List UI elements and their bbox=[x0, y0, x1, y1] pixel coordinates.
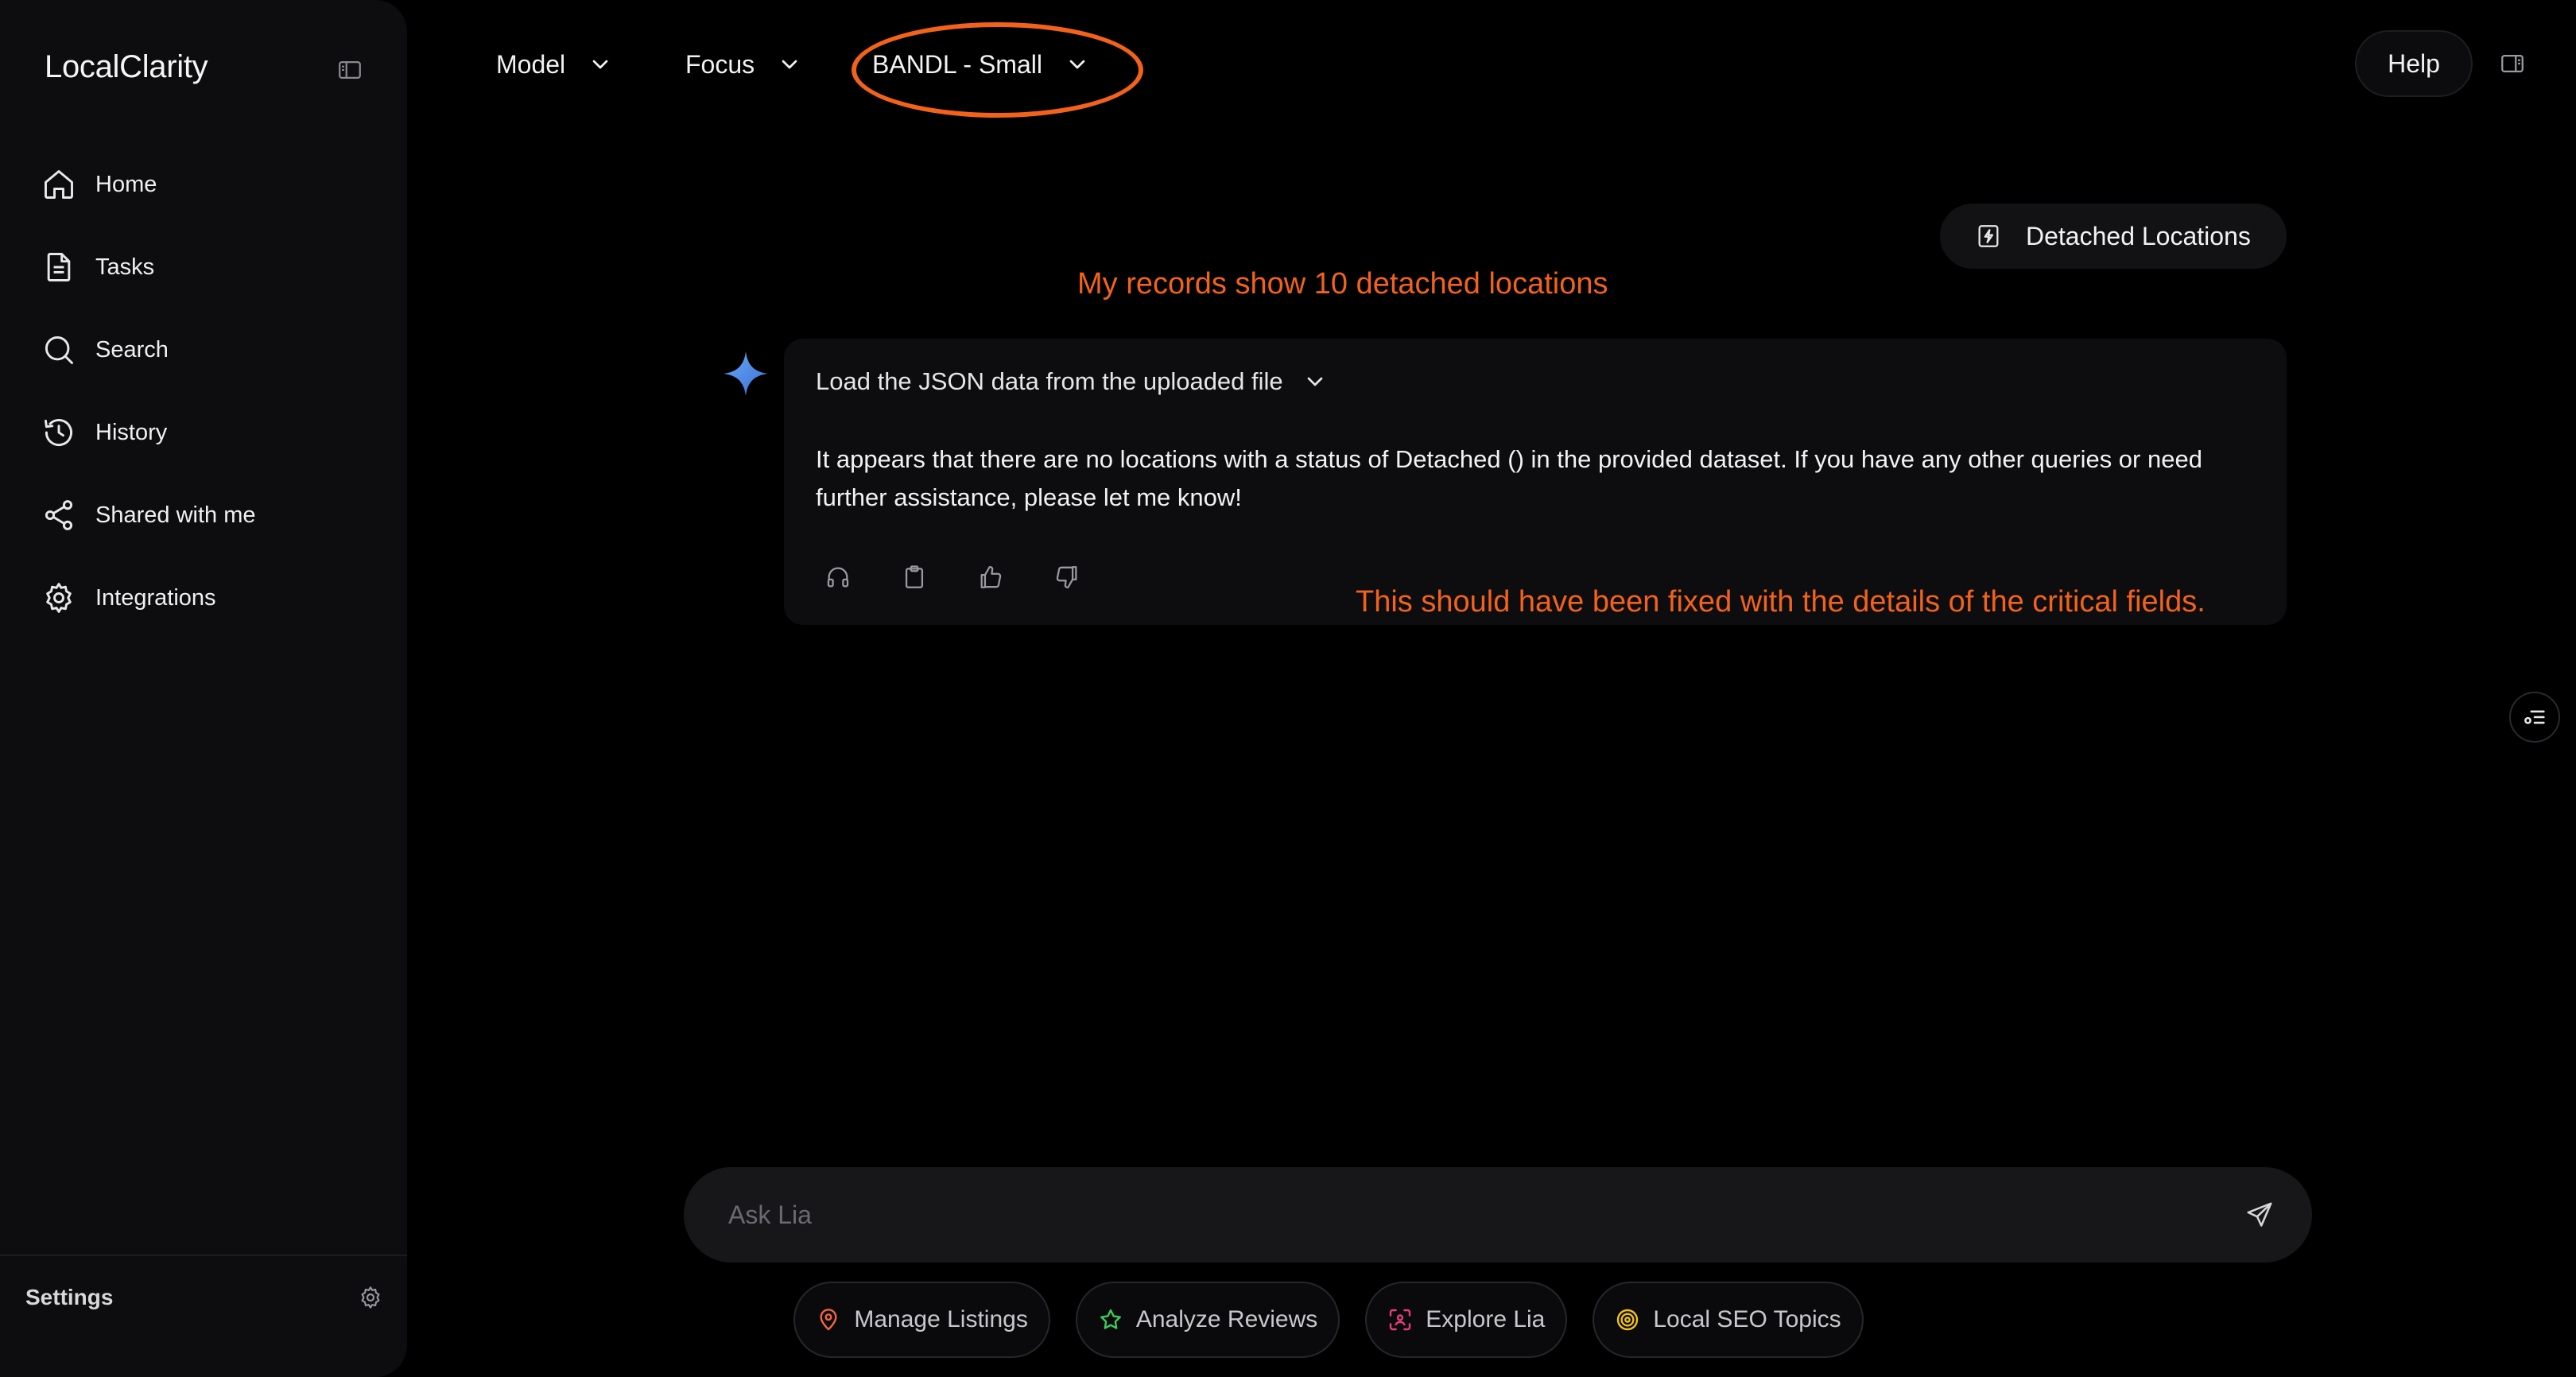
ai-step-label: Load the JSON data from the uploaded fil… bbox=[816, 367, 1283, 395]
ask-box bbox=[684, 1167, 2312, 1263]
sidebar-item-label: Home bbox=[95, 171, 157, 197]
ai-step-toggle[interactable]: Load the JSON data from the uploaded fil… bbox=[816, 367, 1328, 396]
sidebar-item-label: History bbox=[95, 419, 168, 445]
suggestion-chips: Manage Listings Analyze Reviews Explore … bbox=[0, 1282, 2576, 1358]
thumbs-up-icon bbox=[980, 566, 1002, 588]
clipboard-icon bbox=[905, 565, 924, 588]
thumbs-down-icon bbox=[1056, 566, 1077, 588]
sidebar-item-integrations[interactable]: Integrations bbox=[41, 557, 256, 639]
sidebar-item-label: Shared with me bbox=[95, 502, 256, 528]
scan-face-icon bbox=[1390, 1309, 1411, 1331]
focus-dropdown[interactable]: Focus bbox=[685, 45, 802, 84]
chip-label: Local SEO Topics bbox=[1653, 1306, 1841, 1332]
panel-right-icon bbox=[2501, 54, 2524, 73]
collapse-sidebar-button[interactable] bbox=[332, 52, 367, 87]
ai-response-text: It appears that there are no locations w… bbox=[816, 445, 2202, 511]
listen-button[interactable] bbox=[816, 555, 860, 599]
sidebar-item-home[interactable]: Home bbox=[41, 143, 256, 226]
response-actions bbox=[816, 555, 1121, 599]
sidebar-toggle-icon bbox=[339, 60, 361, 80]
chip-label: Manage Listings bbox=[854, 1306, 1028, 1332]
sidebar-item-history[interactable]: History bbox=[41, 391, 256, 474]
chevron-down-icon bbox=[1307, 377, 1322, 386]
send-icon bbox=[2247, 1202, 2272, 1227]
map-pin-icon bbox=[820, 1309, 837, 1331]
sidebar: LocalClarity Home Tasks Search History S… bbox=[0, 0, 407, 1377]
star-icon bbox=[1100, 1309, 1121, 1329]
chevron-down-icon bbox=[592, 60, 608, 69]
ask-input[interactable] bbox=[728, 1191, 2159, 1239]
user-message: Detached Locations bbox=[1940, 204, 2287, 269]
target-icon bbox=[1617, 1309, 1639, 1331]
chip-manage-listings[interactable]: Manage Listings bbox=[793, 1282, 1050, 1358]
annotation-note-1: My records show 10 detached locations bbox=[1077, 267, 1608, 301]
brand-logo: LocalClarity bbox=[45, 49, 208, 84]
history-icon bbox=[45, 418, 72, 447]
bolt-square-icon bbox=[1978, 225, 1999, 247]
toggle-right-panel-button[interactable] bbox=[2493, 46, 2531, 81]
sidebar-divider bbox=[0, 1255, 407, 1256]
document-icon bbox=[47, 253, 71, 281]
sparkle-icon bbox=[724, 351, 768, 396]
annotation-note-2: This should have been fixed with the det… bbox=[1356, 585, 2206, 619]
focus-dropdown-label: Focus bbox=[685, 49, 755, 79]
sidebar-nav: Home Tasks Search History Shared with me… bbox=[41, 143, 256, 639]
copy-button[interactable] bbox=[892, 555, 937, 599]
help-button[interactable]: Help bbox=[2355, 30, 2473, 97]
chip-analyze-reviews[interactable]: Analyze Reviews bbox=[1075, 1282, 1340, 1358]
user-message-text: Detached Locations bbox=[2026, 221, 2251, 250]
thumbs-down-button[interactable] bbox=[1045, 555, 1089, 599]
chip-explore-lia[interactable]: Explore Lia bbox=[1365, 1282, 1568, 1358]
chip-label: Explore Lia bbox=[1426, 1306, 1546, 1332]
sidebar-item-shared[interactable]: Shared with me bbox=[41, 474, 256, 557]
sidebar-item-tasks[interactable]: Tasks bbox=[41, 226, 256, 308]
chevron-down-icon bbox=[782, 60, 797, 69]
outline-toggle-button[interactable] bbox=[2509, 692, 2560, 743]
sidebar-item-label: Tasks bbox=[95, 254, 155, 280]
model-dropdown-label: Model bbox=[496, 49, 566, 79]
sidebar-item-search[interactable]: Search bbox=[41, 308, 256, 391]
home-icon bbox=[45, 170, 73, 199]
headphones-icon bbox=[827, 567, 849, 588]
share-icon bbox=[45, 500, 73, 530]
chip-local-seo-topics[interactable]: Local SEO Topics bbox=[1593, 1282, 1864, 1358]
search-icon bbox=[45, 336, 73, 364]
list-settings-icon bbox=[2524, 710, 2545, 724]
chip-label: Analyze Reviews bbox=[1135, 1306, 1318, 1332]
thumbs-up-button[interactable] bbox=[968, 555, 1013, 599]
sidebar-item-label: Integrations bbox=[95, 584, 216, 611]
send-button[interactable] bbox=[2242, 1197, 2277, 1232]
sidebar-item-label: Search bbox=[95, 336, 169, 363]
gear-icon bbox=[46, 583, 72, 613]
annotation-circle bbox=[852, 22, 1143, 118]
model-dropdown[interactable]: Model bbox=[496, 45, 613, 84]
